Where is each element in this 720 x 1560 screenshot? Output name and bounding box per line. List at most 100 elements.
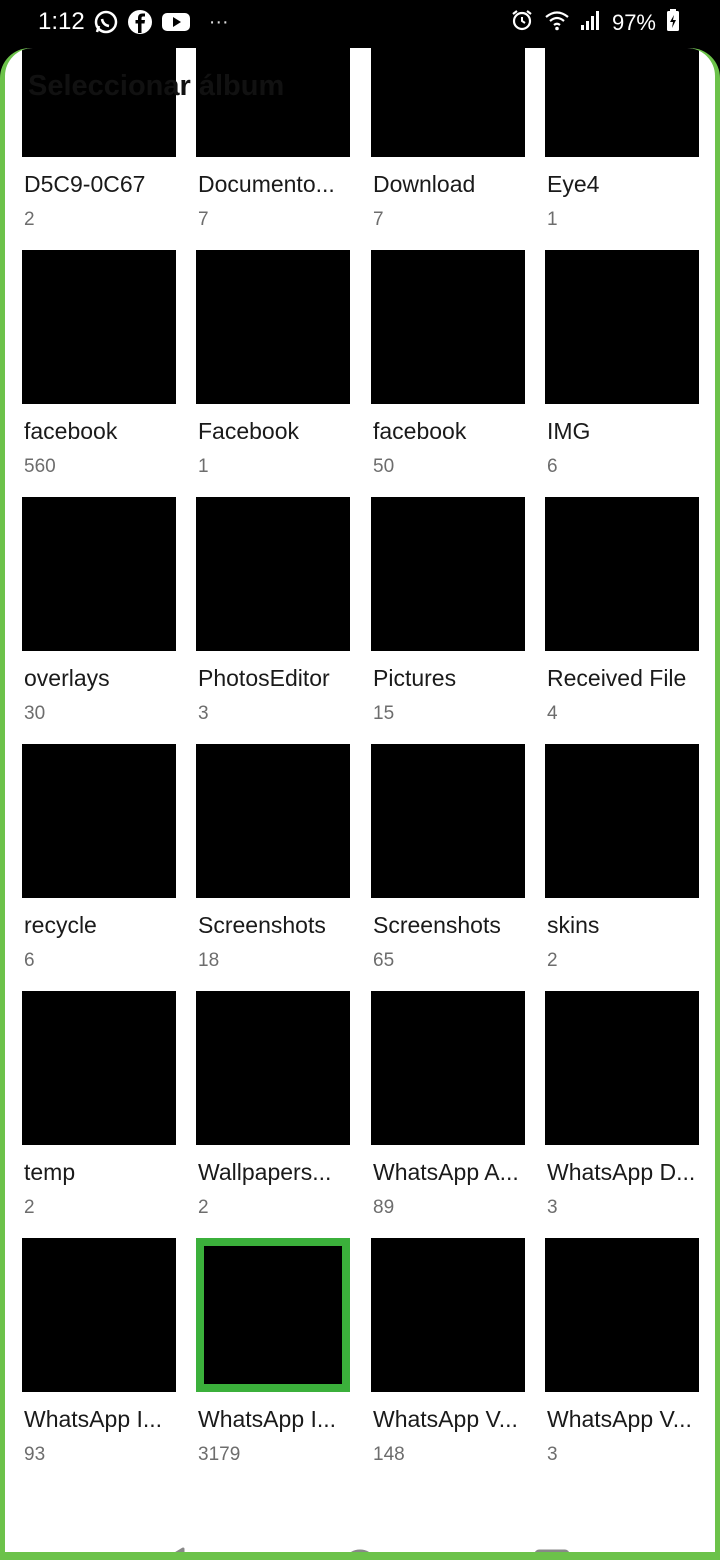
- album-count: 1: [547, 209, 558, 230]
- album-name: WhatsApp V...: [373, 1406, 518, 1432]
- album-thumbnail[interactable]: [545, 991, 699, 1145]
- album-tile[interactable]: Screenshots 65: [371, 744, 525, 984]
- album-tile[interactable]: PhotosEditor 3: [196, 497, 350, 737]
- album-picker-content: D5C9-0C67 2 Documento... 7 Download 7 Eye4 1 fac…: [5, 48, 715, 1552]
- album-tile[interactable]: WhatsApp I... 93: [22, 1238, 176, 1478]
- whatsapp-icon: [93, 9, 119, 35]
- album-count: 7: [373, 209, 384, 230]
- album-name: Download: [373, 171, 476, 197]
- album-thumbnail[interactable]: [22, 991, 176, 1145]
- album-tile[interactable]: WhatsApp D... 3: [545, 991, 699, 1231]
- status-bar-right: 97%: [510, 8, 680, 37]
- album-count: 2: [198, 1197, 209, 1218]
- status-time: 1:12: [38, 8, 85, 35]
- album-tile[interactable]: Screenshots 18: [196, 744, 350, 984]
- album-thumbnail[interactable]: [371, 1238, 525, 1392]
- album-name: Screenshots: [373, 912, 501, 938]
- album-name: D5C9-0C67: [24, 171, 146, 197]
- album-grid: D5C9-0C67 2 Documento... 7 Download 7 Eye4 1 fac…: [5, 48, 715, 1468]
- album-count: 93: [24, 1444, 46, 1465]
- album-thumbnail[interactable]: [371, 48, 525, 157]
- album-tile[interactable]: WhatsApp I... 3179: [196, 1238, 350, 1478]
- album-tile[interactable]: Received File 4: [545, 497, 699, 737]
- facebook-icon: [127, 9, 153, 35]
- album-name: Wallpapers...: [198, 1159, 332, 1185]
- alarm-icon: [510, 8, 534, 37]
- album-name: IMG: [547, 418, 591, 444]
- album-name: facebook: [373, 418, 467, 444]
- album-tile[interactable]: facebook 560: [22, 250, 176, 490]
- screen: 1:12 ··· 97% D5C9-0C67 2 Documento... 7 …: [0, 0, 720, 1560]
- album-thumbnail[interactable]: [545, 744, 699, 898]
- album-thumbnail[interactable]: [22, 1238, 176, 1392]
- album-tile[interactable]: IMG 6: [545, 250, 699, 490]
- album-count: 3179: [198, 1444, 241, 1465]
- album-thumbnail[interactable]: [196, 991, 350, 1145]
- album-name: Received File: [547, 665, 687, 691]
- album-count: 4: [547, 703, 558, 724]
- album-thumbnail[interactable]: [545, 497, 699, 651]
- sheet-title: Seleccionar álbum: [28, 70, 285, 102]
- album-thumbnail[interactable]: [545, 1238, 699, 1392]
- album-thumbnail[interactable]: [196, 1238, 350, 1392]
- album-count: 3: [547, 1197, 558, 1218]
- battery-percentage: 97%: [611, 9, 656, 35]
- album-count: 65: [373, 950, 395, 971]
- album-count: 18: [198, 950, 220, 971]
- album-name: WhatsApp D...: [547, 1159, 696, 1185]
- album-name: Documento...: [198, 171, 335, 197]
- album-thumbnail[interactable]: [371, 497, 525, 651]
- album-tile[interactable]: recycle 6: [22, 744, 176, 984]
- album-name: recycle: [24, 912, 97, 938]
- album-name: WhatsApp A...: [373, 1159, 519, 1185]
- album-tile[interactable]: Eye4 1: [545, 48, 699, 243]
- album-thumbnail[interactable]: [196, 497, 350, 651]
- album-count: 560: [24, 456, 56, 477]
- status-bar: 1:12 ··· 97%: [0, 0, 720, 48]
- album-thumbnail[interactable]: [545, 48, 699, 157]
- navigation-bar: [5, 1518, 715, 1552]
- album-thumbnail[interactable]: [545, 250, 699, 404]
- album-thumbnail[interactable]: [371, 250, 525, 404]
- album-thumbnail[interactable]: [22, 250, 176, 404]
- album-count: 3: [547, 1444, 558, 1465]
- album-count: 89: [373, 1197, 395, 1218]
- album-tile[interactable]: WhatsApp V... 148: [371, 1238, 525, 1478]
- album-tile[interactable]: WhatsApp A... 89: [371, 991, 525, 1231]
- album-name: Eye4: [547, 171, 600, 197]
- album-name: WhatsApp I...: [24, 1406, 163, 1432]
- album-name: WhatsApp I...: [198, 1406, 337, 1432]
- album-tile[interactable]: temp 2: [22, 991, 176, 1231]
- status-bar-left: 1:12 ···: [38, 8, 229, 36]
- album-thumbnail[interactable]: [371, 991, 525, 1145]
- album-name: WhatsApp V...: [547, 1406, 692, 1432]
- album-thumbnail[interactable]: [22, 744, 176, 898]
- album-count: 2: [24, 1197, 35, 1218]
- album-tile[interactable]: Facebook 1: [196, 250, 350, 490]
- home-icon[interactable]: [341, 1548, 379, 1552]
- album-name: PhotosEditor: [198, 665, 330, 691]
- back-icon[interactable]: [151, 1546, 187, 1552]
- album-count: 30: [24, 703, 46, 724]
- album-tile[interactable]: Pictures 15: [371, 497, 525, 737]
- album-picker-sheet: D5C9-0C67 2 Documento... 7 Download 7 Eye4 1 fac…: [0, 48, 720, 1560]
- album-thumbnail[interactable]: [196, 744, 350, 898]
- album-tile[interactable]: Wallpapers... 2: [196, 991, 350, 1231]
- album-count: 7: [198, 209, 209, 230]
- album-tile[interactable]: Download 7: [371, 48, 525, 243]
- album-thumbnail[interactable]: [22, 497, 176, 651]
- album-name: overlays: [24, 665, 110, 691]
- album-count: 15: [373, 703, 395, 724]
- album-tile[interactable]: facebook 50: [371, 250, 525, 490]
- album-thumbnail[interactable]: [196, 250, 350, 404]
- battery-icon: [666, 8, 680, 37]
- album-tile[interactable]: skins 2: [545, 744, 699, 984]
- album-count: 148: [373, 1444, 405, 1465]
- album-tile[interactable]: WhatsApp V... 3: [545, 1238, 699, 1478]
- overview-icon[interactable]: [533, 1548, 571, 1552]
- album-tile[interactable]: overlays 30: [22, 497, 176, 737]
- album-count: 6: [24, 950, 35, 971]
- more-notifications-icon: ···: [208, 10, 229, 33]
- album-thumbnail[interactable]: [371, 744, 525, 898]
- youtube-icon: [161, 9, 191, 35]
